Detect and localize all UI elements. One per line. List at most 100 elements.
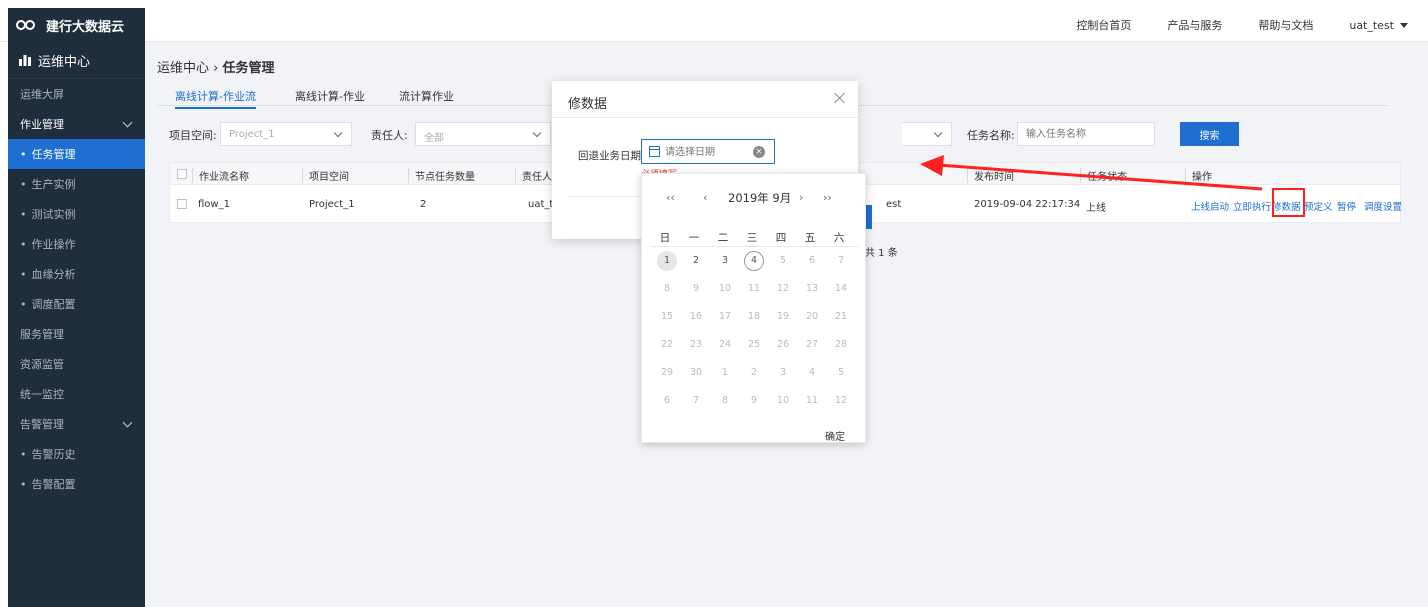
task-name-input[interactable] — [1018, 123, 1148, 145]
calendar-day[interactable]: 10 — [773, 391, 793, 411]
sidebar-item-job-management[interactable]: 作业管理 — [8, 109, 145, 139]
calendar-day[interactable]: 8 — [657, 279, 677, 299]
calendar-day[interactable]: 4 — [802, 363, 822, 383]
sidebar-item-prod-instances[interactable]: 生产实例 — [8, 169, 145, 199]
next-month-icon[interactable]: › — [799, 191, 803, 204]
sidebar-item-alert-management[interactable]: 告警管理 — [8, 409, 145, 439]
sidebar-item-task-management[interactable]: 任务管理 — [8, 139, 145, 169]
action-schedule-settings[interactable]: 调度设置 — [1364, 199, 1402, 213]
calendar-day[interactable]: 9 — [744, 391, 764, 411]
clear-icon[interactable]: ✕ — [753, 146, 765, 158]
calendar-day[interactable]: 8 — [715, 391, 735, 411]
sidebar-item-label: 作业管理 — [20, 118, 64, 131]
sidebar-item-resource-monitor[interactable]: 资源监管 — [8, 349, 145, 379]
owner-select[interactable]: 全部 — [415, 122, 551, 146]
calendar-day[interactable]: 5 — [831, 363, 851, 383]
sidebar-item-ops-screen[interactable]: 运维大屏 — [8, 79, 145, 109]
calendar-day[interactable]: 14 — [831, 279, 851, 299]
sidebar-item-service-management[interactable]: 服务管理 — [8, 319, 145, 349]
sidebar-item-label: 运维大屏 — [20, 88, 64, 101]
action-online-start[interactable]: 上线启动 — [1191, 199, 1229, 213]
calendar-day[interactable]: 25 — [744, 335, 764, 355]
prev-month-icon[interactable]: ‹ — [703, 191, 707, 204]
breadcrumb-parent[interactable]: 运维中心 — [157, 61, 209, 76]
user-menu[interactable]: uat_test — [1349, 19, 1408, 32]
calendar-day[interactable]: 3 — [773, 363, 793, 383]
calendar-day[interactable]: 24 — [715, 335, 735, 355]
calendar-title: 2019年 9月 — [728, 191, 792, 205]
calendar-day[interactable]: 7 — [831, 251, 851, 271]
calendar-day[interactable]: 15 — [657, 307, 677, 327]
calendar-day[interactable]: 13 — [802, 279, 822, 299]
action-predefine[interactable]: 预定义 — [1304, 199, 1333, 213]
calendar-day[interactable]: 6 — [657, 391, 677, 411]
task-name-field[interactable] — [1017, 122, 1155, 146]
tab-offline-job[interactable]: 离线计算-作业 — [295, 88, 365, 104]
col-owner: 责任人 — [515, 168, 552, 183]
calendar-day[interactable]: 2 — [744, 363, 764, 383]
calendar-day[interactable]: 18 — [744, 307, 764, 327]
calendar-day[interactable]: 19 — [773, 307, 793, 327]
prev-year-icon[interactable]: ‹‹ — [666, 191, 675, 204]
cell-status: 上线 — [1086, 203, 1106, 214]
sidebar-item-unified-monitor[interactable]: 统一监控 — [8, 379, 145, 409]
sidebar-item-label: 统一监控 — [20, 388, 64, 401]
calendar-day[interactable]: 10 — [715, 279, 735, 299]
nav-products[interactable]: 产品与服务 — [1167, 17, 1222, 33]
calendar-day[interactable]: 6 — [802, 251, 822, 271]
calendar-day[interactable]: 3 — [715, 251, 735, 271]
row-checkbox[interactable] — [177, 199, 187, 209]
brand-logo[interactable]: 建行大数据云 — [8, 8, 145, 42]
calendar-day[interactable]: 29 — [657, 363, 677, 383]
nav-help-docs[interactable]: 帮助与文档 — [1258, 17, 1313, 33]
cell-project: Project_1 — [309, 199, 355, 210]
calendar-day[interactable]: 11 — [744, 279, 764, 299]
calendar-day[interactable]: 23 — [686, 335, 706, 355]
sidebar-item-job-operations[interactable]: 作业操作 — [8, 229, 145, 259]
tab-stream-job[interactable]: 流计算作业 — [399, 88, 454, 104]
calendar-day[interactable]: 7 — [686, 391, 706, 411]
nav-console-home[interactable]: 控制台首页 — [1076, 17, 1131, 33]
sidebar-item-label: 血缘分析 — [31, 268, 76, 281]
calendar-day[interactable]: 12 — [773, 279, 793, 299]
sidebar-item-label: 告警管理 — [20, 418, 64, 431]
sidebar-item-alert-config[interactable]: 告警配置 — [8, 469, 145, 499]
cell-publish-time: 2019-09-04 22:17:34 — [974, 199, 1081, 210]
calendar-day[interactable]: 1 — [715, 363, 735, 383]
top-bar: 建行大数据云 控制台首页 产品与服务 帮助与文档 uat_test — [0, 8, 1428, 42]
calendar-day-today[interactable]: 4 — [744, 251, 764, 271]
calendar-day[interactable]: 12 — [831, 391, 851, 411]
calendar-confirm-button[interactable]: 确定 — [825, 428, 845, 443]
calendar-day[interactable]: 16 — [686, 307, 706, 327]
calendar-day[interactable]: 9 — [686, 279, 706, 299]
calendar-day[interactable]: 17 — [715, 307, 735, 327]
weekday: 三 — [746, 232, 758, 244]
action-pause[interactable]: 暂停 — [1337, 199, 1356, 213]
date-picker-field[interactable]: ✕ — [641, 139, 775, 164]
calendar-day[interactable]: 1 — [657, 251, 677, 271]
calendar-day[interactable]: 11 — [802, 391, 822, 411]
calendar-day[interactable]: 30 — [686, 363, 706, 383]
calendar-day[interactable]: 26 — [773, 335, 793, 355]
tab-offline-flow[interactable]: 离线计算-作业流 — [175, 88, 256, 109]
date-input[interactable] — [665, 144, 745, 160]
project-select[interactable]: Project_1 — [220, 122, 352, 146]
search-button[interactable]: 搜索 — [1180, 122, 1239, 146]
status-select[interactable] — [902, 122, 952, 146]
next-year-icon[interactable]: ›› — [823, 191, 832, 204]
calendar-day[interactable]: 27 — [802, 335, 822, 355]
sidebar-item-schedule-config[interactable]: 调度配置 — [8, 289, 145, 319]
sidebar-item-test-instances[interactable]: 测试实例 — [8, 199, 145, 229]
calendar-day[interactable]: 22 — [657, 335, 677, 355]
select-all-checkbox[interactable] — [177, 169, 187, 179]
sidebar-item-alert-history[interactable]: 告警历史 — [8, 439, 145, 469]
calendar-day[interactable]: 2 — [686, 251, 706, 271]
calendar-day[interactable]: 28 — [831, 335, 851, 355]
calendar-day[interactable]: 5 — [773, 251, 793, 271]
calendar-day[interactable]: 20 — [802, 307, 822, 327]
action-run-now[interactable]: 立即执行 — [1233, 199, 1271, 213]
sidebar-header[interactable]: 运维中心 — [8, 42, 145, 79]
close-icon[interactable] — [832, 90, 848, 106]
calendar-day[interactable]: 21 — [831, 307, 851, 327]
sidebar-item-lineage[interactable]: 血缘分析 — [8, 259, 145, 289]
